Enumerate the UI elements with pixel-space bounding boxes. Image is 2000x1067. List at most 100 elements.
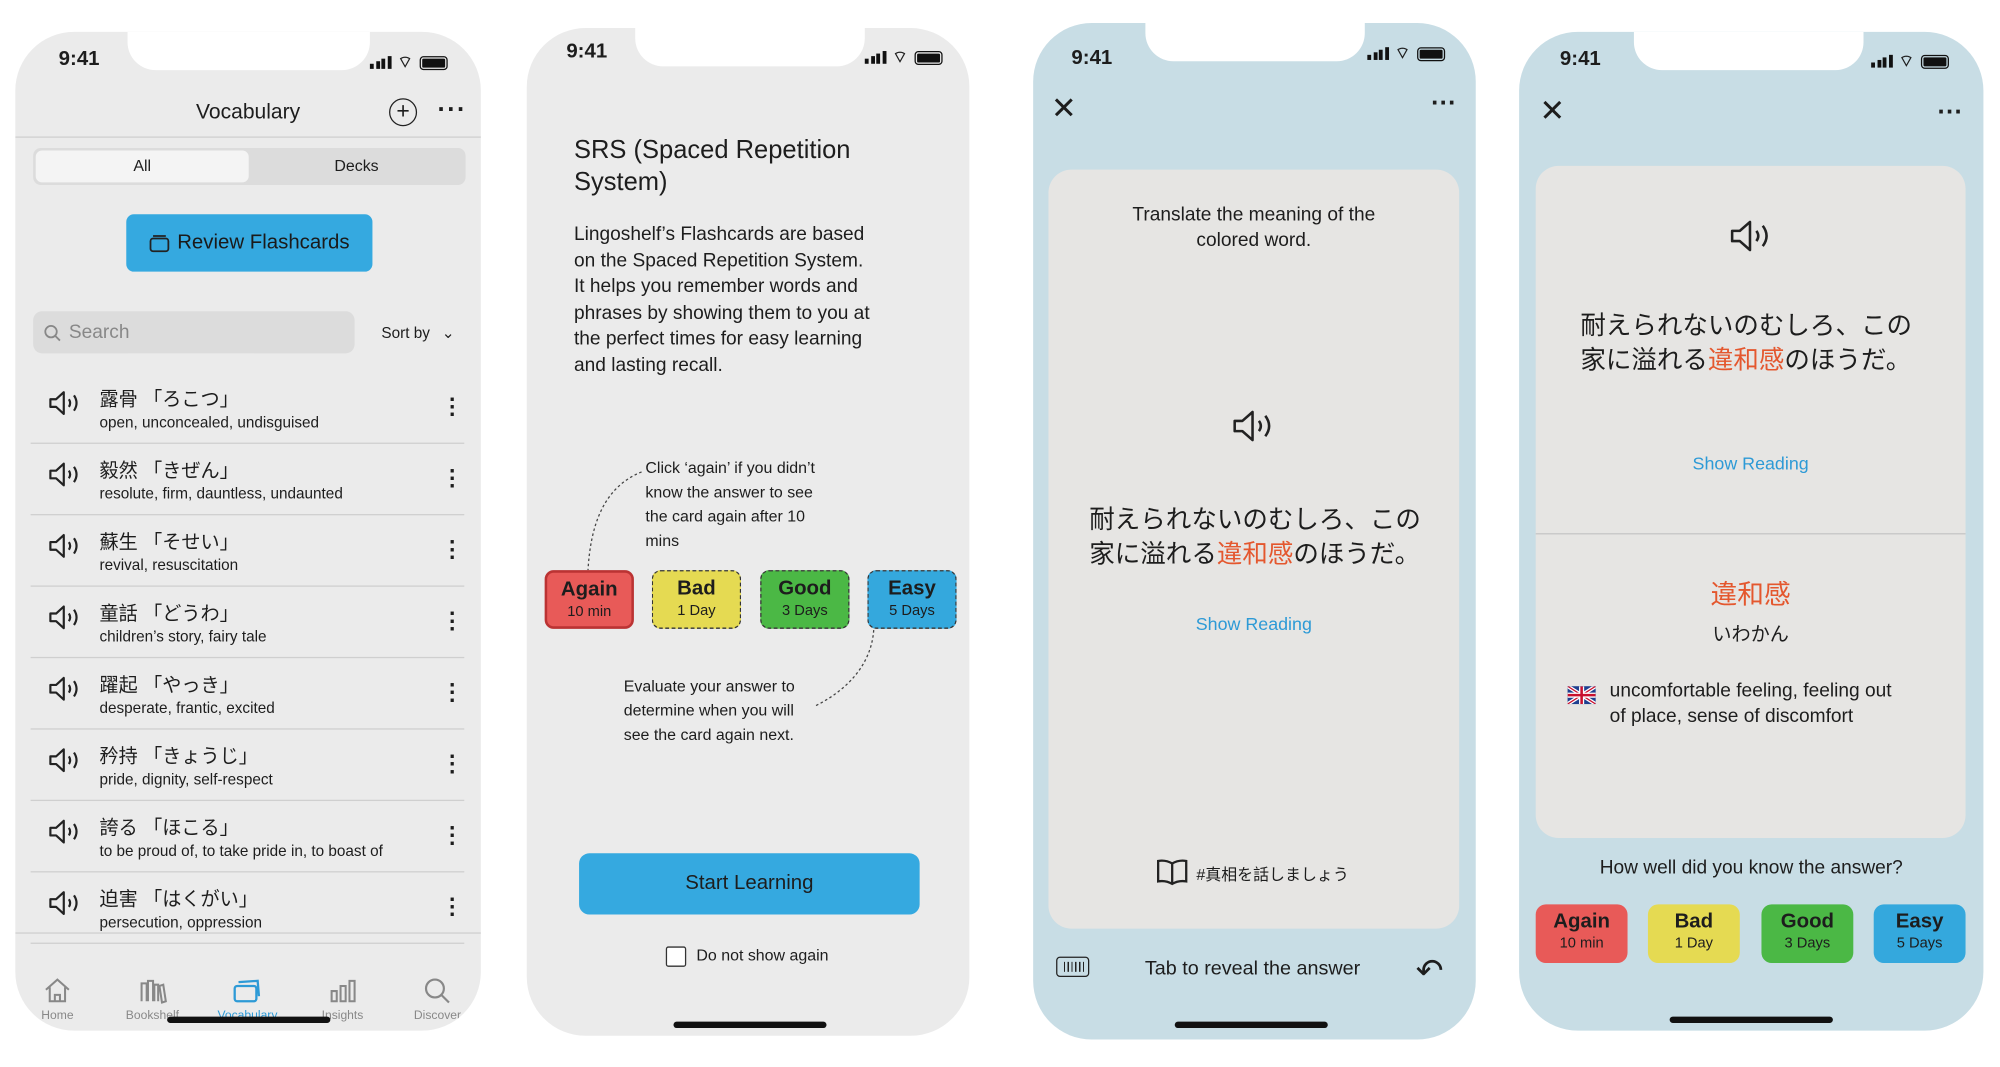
speaker-icon[interactable] xyxy=(48,605,81,637)
sort-by-label: Sort by xyxy=(381,323,430,342)
vocab-word: 迫害 「はくがい」 xyxy=(99,889,258,911)
start-learning-button[interactable]: Start Learning xyxy=(579,853,920,915)
vocab-list-item[interactable]: 童話 「どうわ」 children’s story, fairy tale · ·… xyxy=(30,587,465,659)
rating-label: Easy xyxy=(888,577,936,600)
sentence-line: 家に溢れる違和感のほうだ。 xyxy=(1580,344,1912,378)
vocab-word: 蘇生 「そせい」 xyxy=(99,531,239,554)
search-input[interactable]: Search xyxy=(33,311,355,354)
highlighted-word: 違和感 xyxy=(1216,540,1294,569)
speaker-icon[interactable] xyxy=(1232,409,1275,449)
rating-again-button[interactable]: Again 10 min xyxy=(1535,904,1628,964)
status-icons: ⌔ xyxy=(369,52,448,72)
tag: #真相を話しましょう xyxy=(1156,858,1349,886)
home-indicator xyxy=(673,1021,827,1029)
search-icon xyxy=(44,324,61,341)
vocab-list-item[interactable]: 矜持 「きょうじ」 pride, dignity, self-respect ·… xyxy=(30,730,465,802)
answer-reading: いわかん xyxy=(1712,623,1789,646)
vocab-word: 露骨 「ろこつ」 xyxy=(99,389,239,411)
status-time: 9:41 xyxy=(1071,47,1113,69)
flashcard-front-screen: 9:41 ⌔ ✕ ··· Translate the meaning of th… xyxy=(1033,22,1476,1040)
meaning-line: of place, sense of discomfort xyxy=(1609,705,1854,728)
rating-label: Good xyxy=(778,577,832,600)
vocabulary-icon xyxy=(233,979,261,1003)
rating-bad-button[interactable]: Bad 1 Day xyxy=(1647,904,1740,964)
rating-label: Good xyxy=(1780,910,1835,933)
tab-label: Discover xyxy=(413,1008,462,1023)
speaker-icon[interactable] xyxy=(48,533,81,565)
vocab-list-item[interactable]: 蘇生 「そせい」 revival, resuscitation · · · xyxy=(30,515,465,587)
reveal-hint[interactable]: Tab to reveal the answer xyxy=(1033,958,1472,981)
sentence-text: のほうだ。 xyxy=(1293,540,1421,569)
tab-home[interactable]: Home xyxy=(19,976,96,1023)
do-not-show-checkbox[interactable] xyxy=(665,946,687,967)
close-icon[interactable]: ✕ xyxy=(1540,96,1566,128)
more-vertical-icon[interactable]: · · · xyxy=(449,388,457,426)
flashcard-back-screen: 9:41 ⌔ ✕ ··· 耐えられないのむしろ、この 家に溢れる違和感のほうだ。… xyxy=(1519,31,1984,1031)
more-icon[interactable]: ··· xyxy=(1431,89,1456,118)
speaker-icon[interactable] xyxy=(48,390,81,422)
flashcard: 耐えられないのむしろ、この 家に溢れる違和感のほうだ。 Show Reading… xyxy=(1535,165,1966,839)
speaker-icon[interactable] xyxy=(48,890,81,922)
vocab-meaning: to be proud of, to take pride in, to boa… xyxy=(99,841,383,860)
vocabulary-screen: 9:41 ⌔ Vocabulary + ··· All Decks Review… xyxy=(15,31,481,1031)
show-reading-link[interactable]: Show Reading xyxy=(1536,453,1966,473)
vocab-word: 童話 「どうわ」 xyxy=(99,603,239,625)
rating-label: Bad xyxy=(677,577,716,600)
sentence-text: 家に溢れる xyxy=(1089,540,1217,569)
speaker-icon[interactable] xyxy=(48,747,81,779)
vocab-list-item[interactable]: 誇る 「ほこる」 to be proud of, to take pride i… xyxy=(30,801,465,873)
rating-interval: 5 Days xyxy=(889,603,935,619)
rating-good-button[interactable]: Good 3 Days xyxy=(1761,904,1854,964)
more-icon[interactable]: ··· xyxy=(437,96,466,125)
evaluate-note: Evaluate your answer to determine when yo… xyxy=(624,675,795,748)
more-vertical-icon[interactable]: · · · xyxy=(449,816,457,854)
card-divider xyxy=(1535,533,1966,535)
more-vertical-icon[interactable]: · · · xyxy=(449,888,457,926)
speaker-icon[interactable] xyxy=(48,676,81,708)
flashcard[interactable]: Translate the meaning of the colored wor… xyxy=(1048,169,1460,929)
undo-icon[interactable]: ↶ xyxy=(1416,954,1444,987)
instruction: Translate the meaning of the colored wor… xyxy=(1048,203,1459,254)
more-icon[interactable]: ··· xyxy=(1937,98,1962,127)
sentence: 耐えられないのむしろ、この 家に溢れる違和感のほうだ。 xyxy=(1089,504,1421,573)
more-vertical-icon[interactable]: · · · xyxy=(449,673,457,711)
add-icon[interactable]: + xyxy=(389,98,418,127)
meaning-line: uncomfortable feeling, feeling out xyxy=(1609,679,1892,702)
vocab-list-item[interactable]: 露骨 「ろこつ」 open, unconcealed, undisguised … xyxy=(30,372,465,444)
cards-icon xyxy=(149,235,170,253)
do-not-show-label: Do not show again xyxy=(696,946,829,965)
segment-decks[interactable]: Decks xyxy=(250,151,463,183)
speaker-icon[interactable] xyxy=(1730,219,1773,259)
discover-icon xyxy=(424,978,450,1004)
vocab-meaning: children’s story, fairy tale xyxy=(99,627,267,646)
vocab-meaning: desperate, frantic, excited xyxy=(99,698,275,717)
close-icon[interactable]: ✕ xyxy=(1051,94,1077,125)
sort-by-dropdown[interactable]: Sort by ⌄ xyxy=(381,324,454,342)
status-icons: ⌔ xyxy=(1871,51,1949,71)
rating-bad-example: Bad 1 Day xyxy=(651,570,742,629)
tab-discover[interactable]: Discover xyxy=(399,976,476,1023)
segment-all[interactable]: All xyxy=(35,150,249,183)
rating-interval: 3 Days xyxy=(782,603,828,619)
review-flashcards-button[interactable]: Review Flashcards xyxy=(126,214,373,272)
chevron-down-icon: ⌄ xyxy=(441,323,455,342)
more-vertical-icon[interactable]: · · · xyxy=(449,531,457,569)
show-reading-link[interactable]: Show Reading xyxy=(1048,614,1459,634)
rating-interval: 1 Day xyxy=(677,603,716,619)
more-vertical-icon[interactable]: · · · xyxy=(449,459,457,497)
vocab-meaning: revival, resuscitation xyxy=(99,556,239,574)
vocab-meaning: open, unconcealed, undisguised xyxy=(99,413,320,432)
vocab-list-item[interactable]: 毅然 「きぜん」 resolute, firm, dauntless, unda… xyxy=(30,444,465,516)
vocab-word: 誇る 「ほこる」 xyxy=(99,817,239,840)
rating-label: Again xyxy=(560,579,618,601)
vocab-meaning: pride, dignity, self-respect xyxy=(99,770,273,789)
instruction-line: Translate the meaning of the xyxy=(1132,204,1376,226)
speaker-icon[interactable] xyxy=(48,462,81,494)
sentence-line: 耐えられないのむしろ、この xyxy=(1089,506,1421,535)
vocab-list-item[interactable]: 躍起 「やっき」 desperate, frantic, excited · · · xyxy=(30,658,465,730)
more-vertical-icon[interactable]: · · · xyxy=(449,745,457,783)
more-vertical-icon[interactable]: · · · xyxy=(449,602,457,640)
speaker-icon[interactable] xyxy=(48,819,81,851)
vocab-meaning: resolute, firm, dauntless, undaunted xyxy=(99,484,343,503)
rating-easy-button[interactable]: Easy 5 Days xyxy=(1873,904,1966,964)
